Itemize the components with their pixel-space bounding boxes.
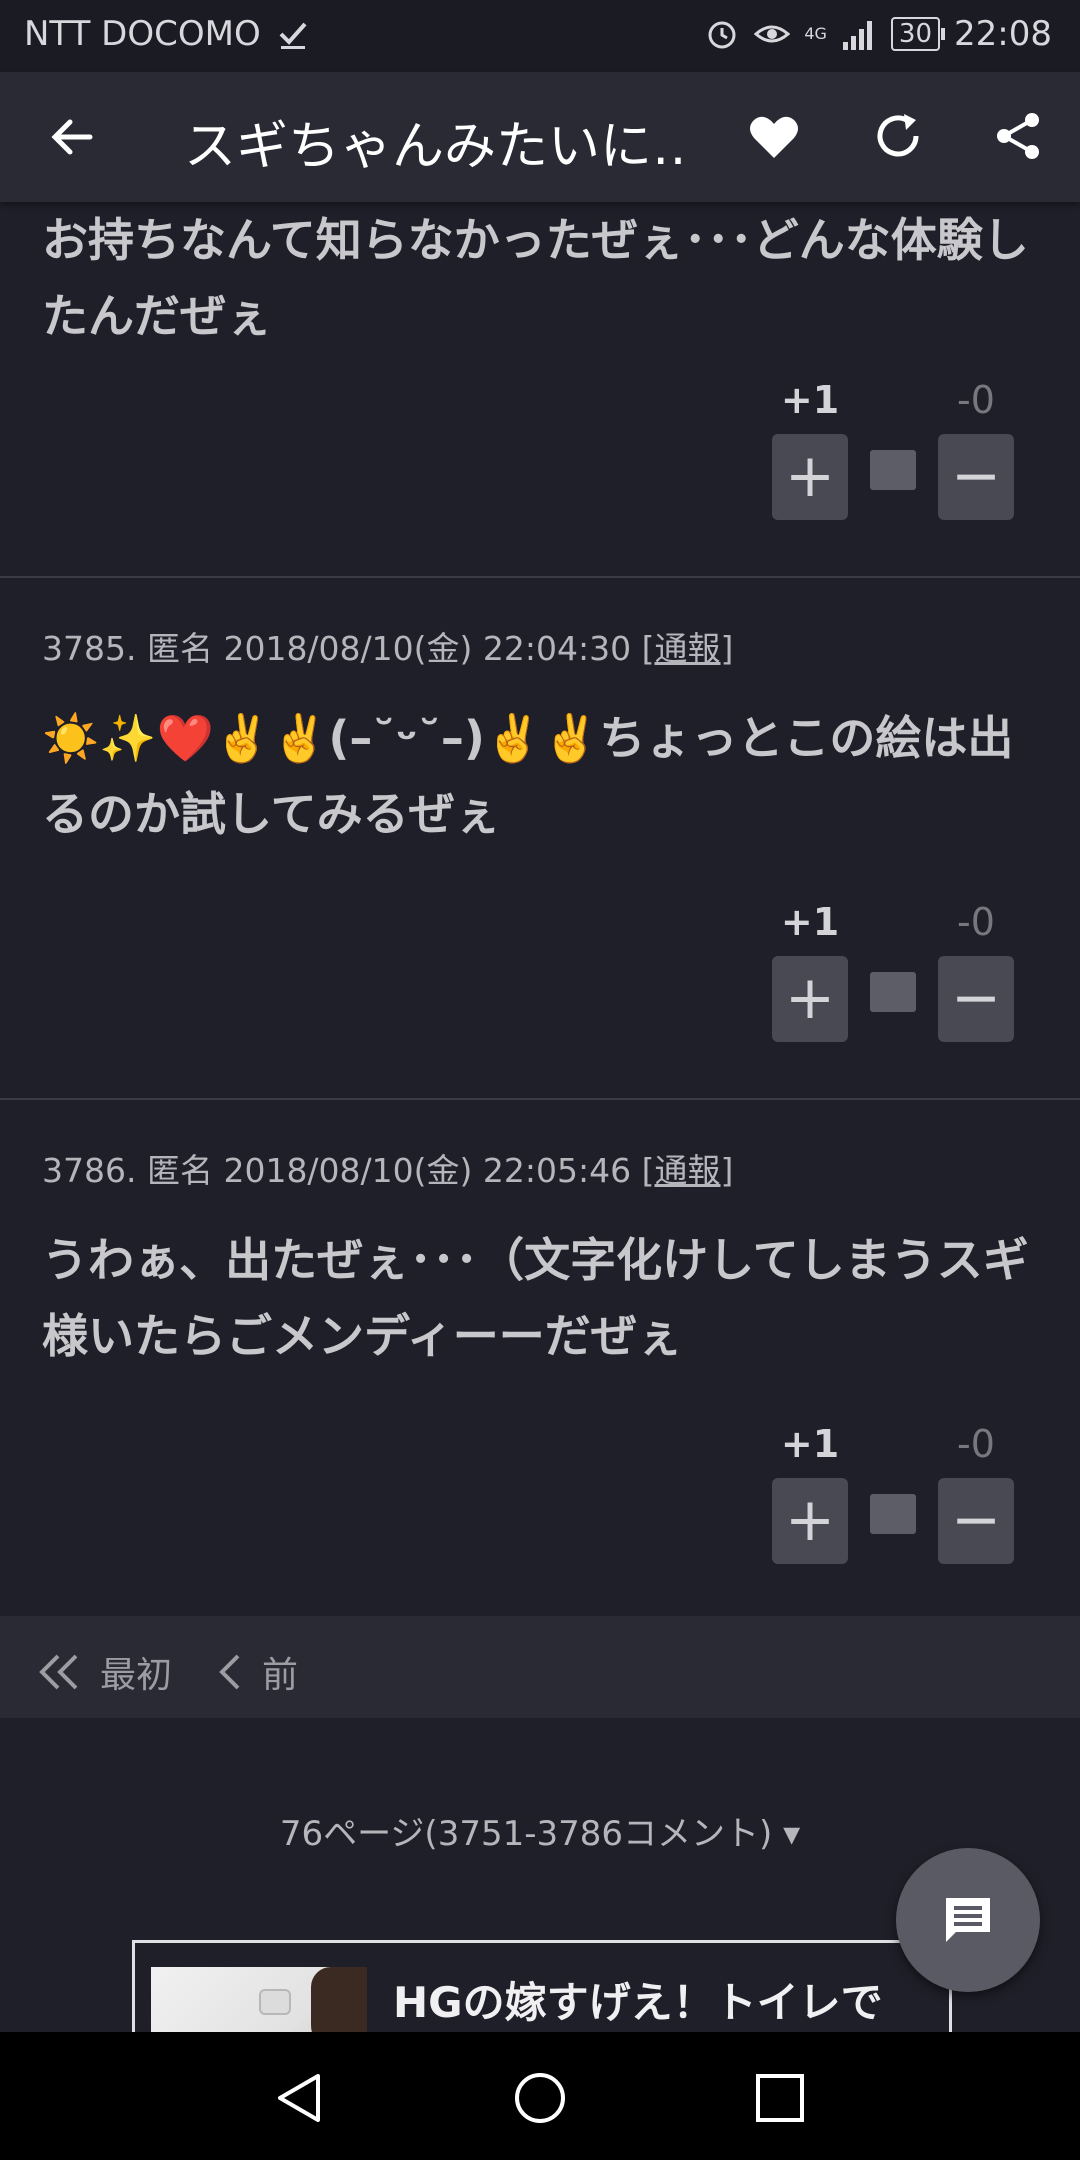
comment-meta: 3786. 匿名 2018/08/10(金) 22:05:46 [通報] <box>42 1144 733 1192</box>
minus-count: -0 <box>957 900 995 944</box>
page-title: スギちゃんみたいに… <box>184 117 684 177</box>
report-link[interactable]: [通報] <box>642 1151 734 1190</box>
prev-page-label: 前 <box>262 1655 299 1696</box>
plus-vote-button[interactable]: + <box>772 1478 848 1564</box>
check-download-icon <box>279 22 307 49</box>
vote-indicator <box>870 1494 916 1534</box>
plus-count: +1 <box>780 378 840 422</box>
app-bar: スギちゃんみたいに… <box>0 72 1080 202</box>
alarm-icon <box>708 21 736 49</box>
eye-icon <box>754 25 791 43</box>
comment-item: お持ちなんて知らなかったぜぇ･･･どんな体験したんだぜぇ +1 -0 + − <box>0 202 1080 578</box>
clock: 22:08 <box>954 14 1052 54</box>
vote-indicator <box>870 450 916 490</box>
comment-body: お持ちなんて知らなかったぜぇ･･･どんな体験したんだぜぇ <box>42 213 1029 343</box>
first-page-label: 最初 <box>100 1655 173 1696</box>
signal-icon <box>842 21 872 50</box>
plus-vote-button[interactable]: + <box>772 434 848 520</box>
first-page-button[interactable]: 最初 <box>36 1646 172 1698</box>
chevron-left-icon <box>219 1654 240 1690</box>
comment-item: 3786. 匿名 2018/08/10(金) 22:05:46 [通報] うわぁ… <box>0 1100 1080 1618</box>
ad-headline: HGの嫁すげえ！トイレで <box>393 1978 883 2027</box>
carrier-label: NTT DOCOMO <box>24 14 261 54</box>
system-nav-bar <box>0 2032 1080 2160</box>
network-type-label: 4G <box>804 24 827 43</box>
double-chevron-left-icon <box>39 1654 78 1690</box>
minus-count: -0 <box>957 378 995 422</box>
status-bar: NTT DOCOMO 4G 30 22:08 <box>0 0 1080 72</box>
minus-count: -0 <box>957 1422 995 1466</box>
pagination-bar: 最初 前 <box>0 1616 1080 1718</box>
chat-icon <box>946 1898 990 1942</box>
comment-item: 3785. 匿名 2018/08/10(金) 22:04:30 [通報] ☀️✨… <box>0 578 1080 1100</box>
nav-home-icon[interactable] <box>510 2068 570 2128</box>
comment-list: お持ちなんて知らなかったぜぇ･･･どんな体験したんだぜぇ +1 -0 + − 3… <box>0 202 1080 1618</box>
plus-count: +1 <box>780 900 840 944</box>
minus-vote-button[interactable]: − <box>938 956 1014 1042</box>
comment-body: うわぁ、出たぜぇ･･･（文字化けしてしまうスギ様いたらごメンディーーだぜぇ <box>42 1233 1029 1363</box>
nav-recents-icon[interactable] <box>750 2068 810 2128</box>
minus-vote-button[interactable]: − <box>938 434 1014 520</box>
comment-fab-button[interactable] <box>896 1848 1040 1992</box>
page-selector[interactable]: 76ページ(3751-3786コメント) ▾ <box>0 1806 1080 1855</box>
comment-body: ☀️✨❤️✌️✌️(–˘ᵕ˘–)✌️✌️ちょっとこの絵は出るのか試してみるぜぇ <box>42 711 1014 841</box>
minus-vote-button[interactable]: − <box>938 1478 1014 1564</box>
plus-count: +1 <box>780 1422 840 1466</box>
heart-icon[interactable] <box>746 108 802 164</box>
back-arrow-icon[interactable] <box>46 110 100 164</box>
prev-page-button[interactable]: 前 <box>218 1646 298 1698</box>
nav-back-icon[interactable] <box>270 2068 330 2128</box>
plus-vote-button[interactable]: + <box>772 956 848 1042</box>
share-icon[interactable] <box>990 108 1046 164</box>
battery-indicator: 30 <box>890 17 946 51</box>
comment-number-date: 3785. 匿名 2018/08/10(金) 22:04:30 <box>42 629 632 668</box>
vote-indicator <box>870 972 916 1012</box>
comment-number-date: 3786. 匿名 2018/08/10(金) 22:05:46 <box>42 1151 632 1190</box>
comment-meta: 3785. 匿名 2018/08/10(金) 22:04:30 [通報] <box>42 622 733 670</box>
report-link[interactable]: [通報] <box>642 629 734 668</box>
reload-icon[interactable] <box>870 108 926 164</box>
